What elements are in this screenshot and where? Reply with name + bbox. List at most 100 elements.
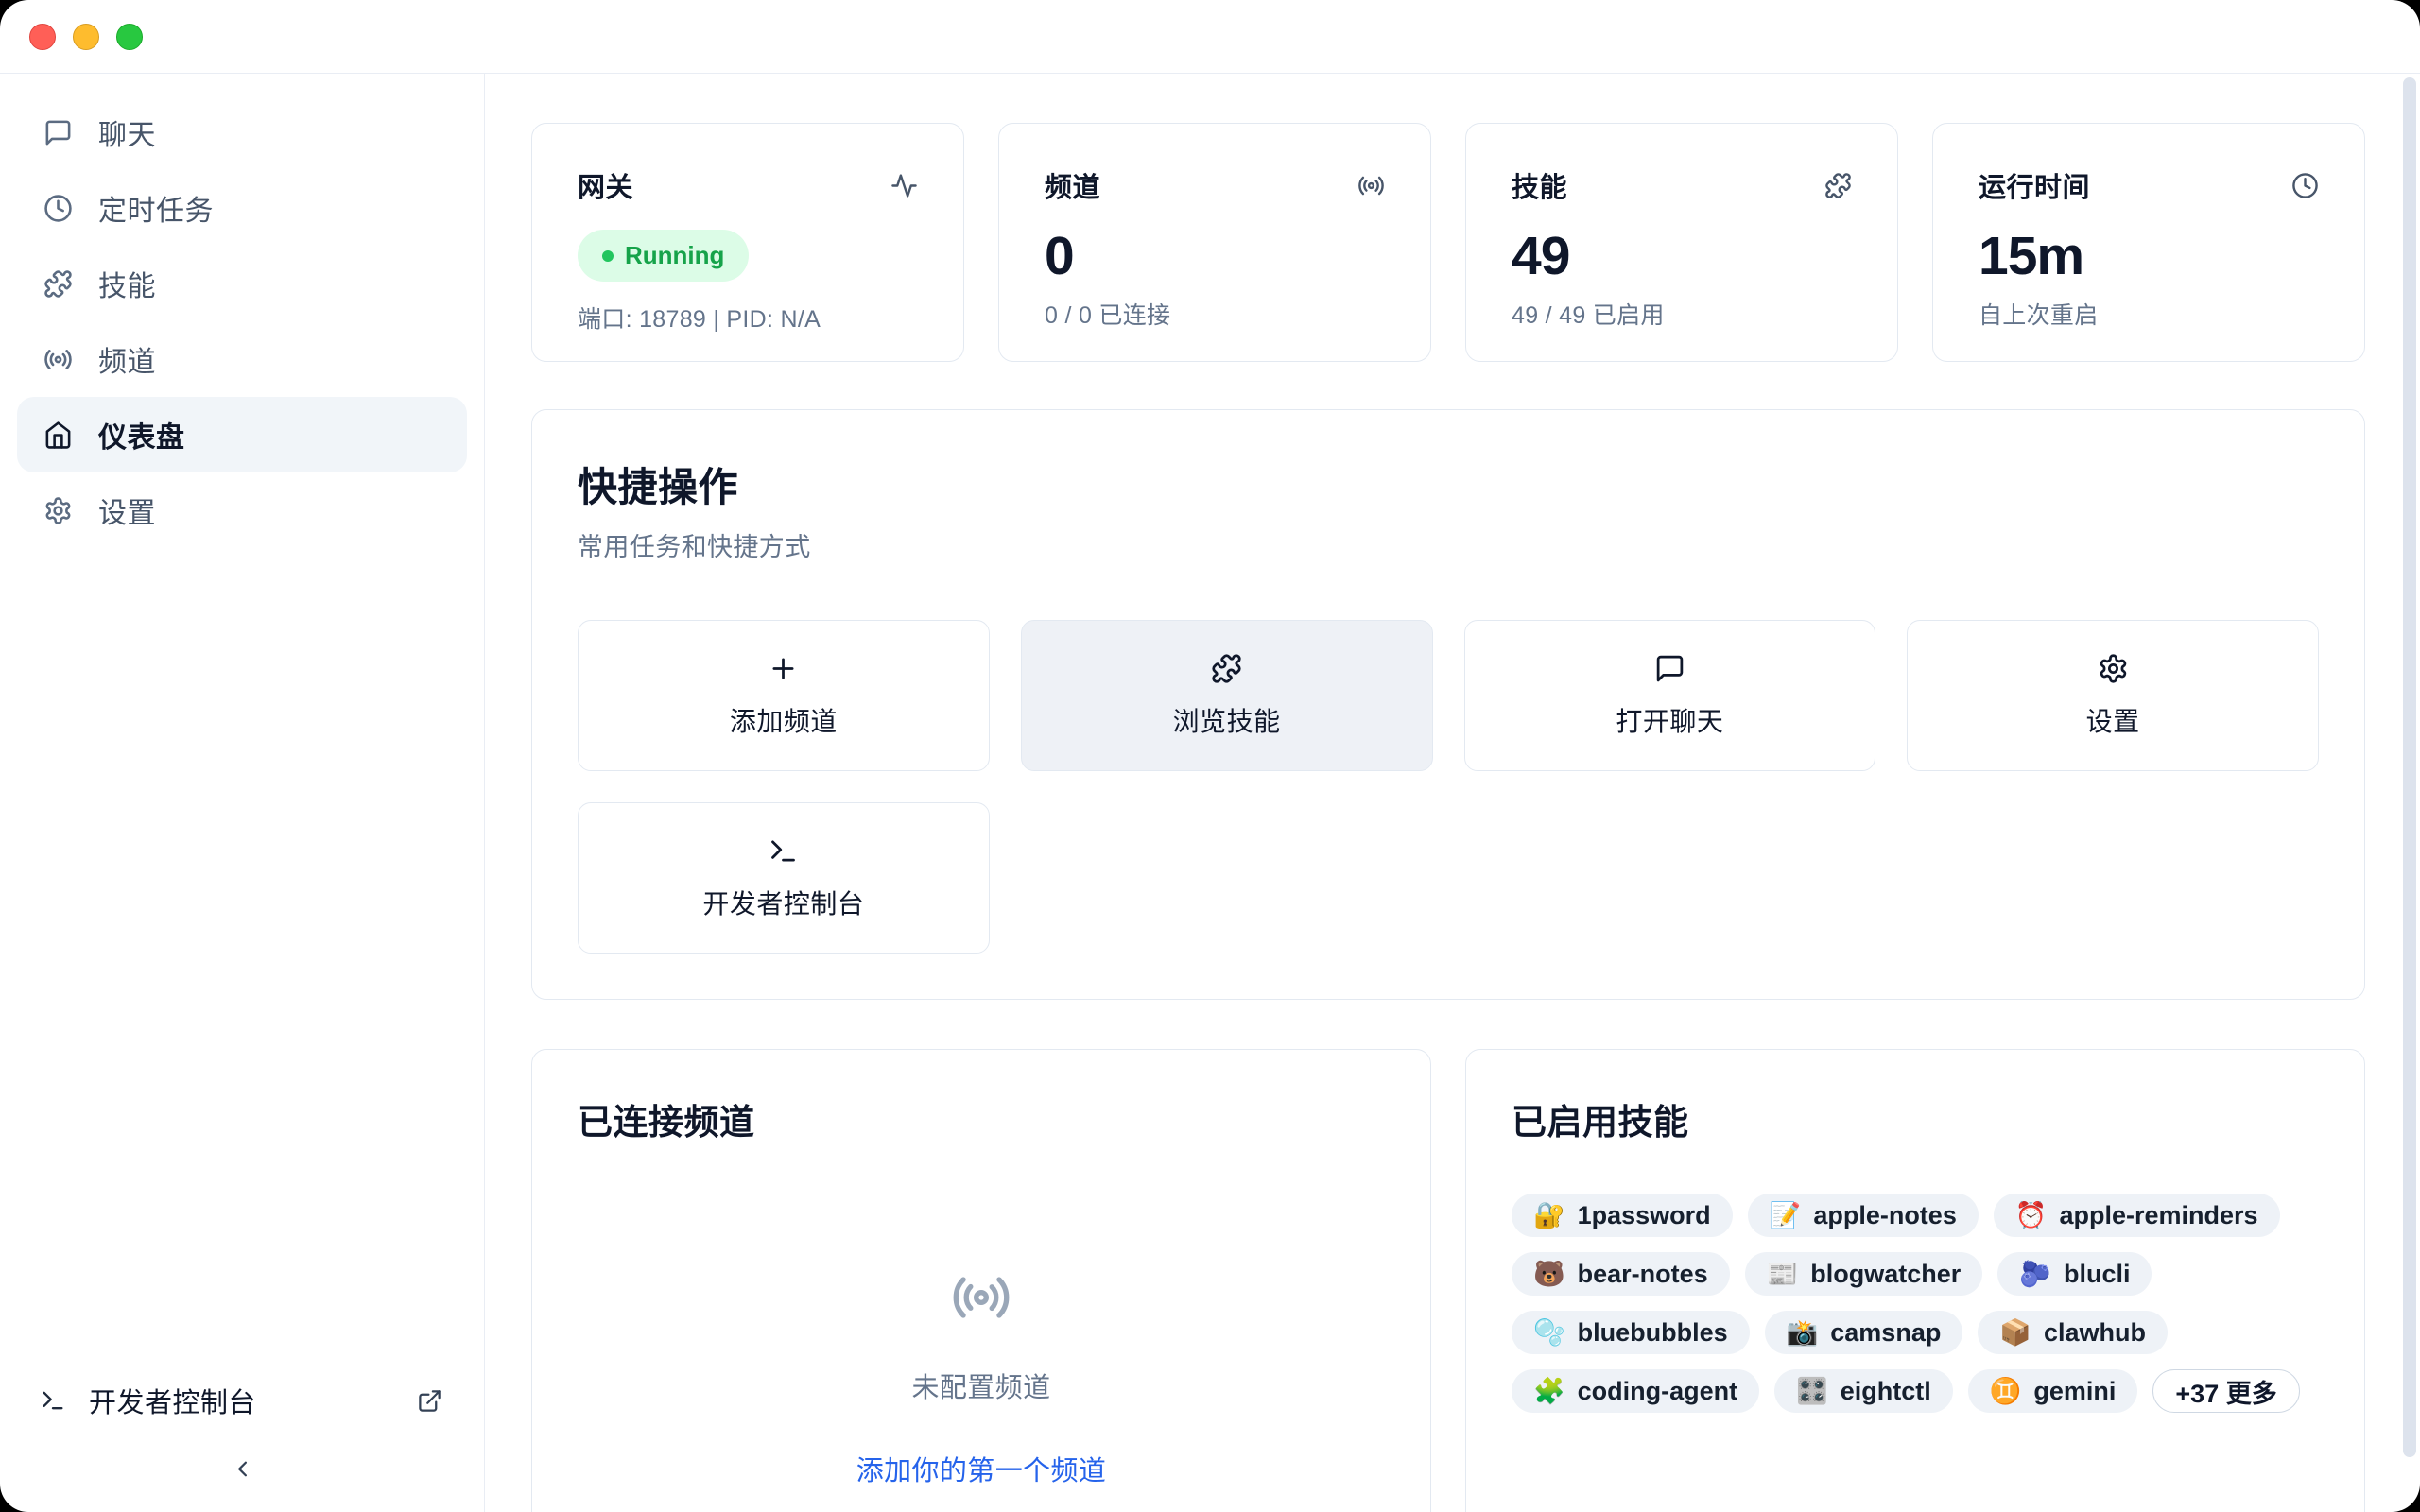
sidebar-item-label: 频道 (98, 338, 156, 380)
sidebar-footer: 开发者控制台 (0, 1371, 484, 1512)
quick-action-label: 开发者控制台 (702, 884, 864, 921)
traffic-lights (29, 24, 143, 50)
sidebar-item-label: 技能 (98, 263, 156, 304)
stat-detail: 0 / 0 已连接 (1045, 297, 1170, 331)
broadcast-icon (1357, 172, 1385, 199)
skill-tag: 🔐 1password (1512, 1194, 1733, 1237)
sidebar-item-channels[interactable]: 频道 (17, 321, 467, 397)
sidebar-item-label: 定时任务 (98, 187, 214, 229)
quick-actions-subtitle: 常用任务和快捷方式 (578, 526, 2319, 563)
scrollbar-thumb[interactable] (2403, 77, 2416, 1457)
skill-name: blucli (2064, 1260, 2131, 1289)
minimize-button[interactable] (73, 24, 99, 50)
sidebar-item-dashboard[interactable]: 仪表盘 (17, 397, 467, 472)
skill-tag: 📝 apple-notes (1748, 1194, 1979, 1237)
dev-console-footer[interactable]: 开发者控制台 (0, 1371, 484, 1430)
skill-name: 1password (1578, 1201, 1711, 1230)
skill-tag: 📰 blogwatcher (1745, 1252, 1983, 1296)
stat-card-channels: 频道 0 0 / 0 已连接 (998, 123, 1431, 362)
channels-empty-text: 未配置频道 (911, 1366, 1050, 1405)
stat-title: 频道 (1045, 165, 1100, 205)
close-button[interactable] (29, 24, 56, 50)
add-first-channel-link[interactable]: 添加你的第一个频道 (856, 1449, 1107, 1488)
broadcast-icon (951, 1267, 1011, 1328)
skill-emoji-icon: 🧩 (1533, 1376, 1565, 1406)
puzzle-icon (1211, 653, 1242, 684)
skill-name: bear-notes (1578, 1260, 1708, 1289)
external-link-icon[interactable] (417, 1388, 442, 1414)
sidebar: 聊天 定时任务 技能 频道 仪表盘 设置 开发者控制台 (0, 74, 485, 1512)
stat-detail: 49 / 49 已启用 (1512, 297, 1665, 331)
stat-title: 网关 (578, 165, 633, 205)
skill-emoji-icon: 📝 (1770, 1200, 1802, 1230)
enabled-skills-card: 已启用技能 🔐 1password 📝 apple-notes ⏰ apple-… (1465, 1049, 2365, 1512)
stat-title: 技能 (1512, 165, 1567, 205)
skill-tag: 🐻 bear-notes (1512, 1252, 1730, 1296)
skill-name: clawhub (2044, 1318, 2146, 1348)
skill-tag: 📦 clawhub (1978, 1311, 2168, 1354)
quick-action-label: 添加频道 (730, 701, 838, 739)
sidebar-nav: 聊天 定时任务 技能 频道 仪表盘 设置 (0, 94, 484, 548)
skill-emoji-icon: 🫧 (1533, 1317, 1565, 1348)
sidebar-item-cron[interactable]: 定时任务 (17, 170, 467, 246)
bottom-panels: 已连接频道 未配置频道 添加你的第一个频道 已启用技能 🔐 1password … (531, 1049, 2365, 1512)
quick-action-browse-skills[interactable]: 浏览技能 (1021, 620, 1433, 771)
stat-title: 运行时间 (1979, 165, 2090, 205)
quick-action-open-chat[interactable]: 打开聊天 (1464, 620, 1876, 771)
activity-icon (890, 172, 918, 199)
skill-tag: 🎛️ eightctl (1774, 1369, 1953, 1413)
skill-name: eightctl (1841, 1377, 1931, 1406)
quick-action-add-channel[interactable]: 添加频道 (578, 620, 990, 771)
quick-actions-title: 快捷操作 (578, 455, 2319, 513)
skill-tag: 🫐 blucli (1997, 1252, 2152, 1296)
skill-name: coding-agent (1578, 1377, 1738, 1406)
sidebar-item-settings[interactable]: 设置 (17, 472, 467, 548)
skill-emoji-icon: 📰 (1767, 1259, 1799, 1289)
sidebar-item-label: 仪表盘 (98, 414, 185, 455)
terminal-icon (40, 1387, 66, 1414)
skill-tag: 📸 camsnap (1765, 1311, 1963, 1354)
main-content: 网关 Running 端口: 18789 | PID: N/A 频道 0 0 /… (485, 74, 2420, 1512)
stat-value: 49 (1512, 230, 1569, 284)
quick-action-settings[interactable]: 设置 (1907, 620, 2319, 771)
sidebar-item-skills[interactable]: 技能 (17, 246, 467, 321)
zoom-button[interactable] (116, 24, 143, 50)
skill-emoji-icon: 🎛️ (1796, 1376, 1828, 1406)
titlebar (0, 0, 2420, 74)
chat-icon (1654, 653, 1685, 684)
sidebar-collapse-button[interactable] (0, 1456, 484, 1482)
skill-emoji-icon: 🔐 (1533, 1200, 1565, 1230)
quick-actions-grid: 添加频道 浏览技能 打开聊天 设置 开发者控制台 (578, 620, 2319, 954)
status-badge: Running (578, 230, 749, 282)
skill-emoji-icon: 🐻 (1533, 1259, 1565, 1289)
gear-icon (2098, 653, 2129, 684)
broadcast-icon (43, 345, 73, 374)
stats-row: 网关 Running 端口: 18789 | PID: N/A 频道 0 0 /… (531, 123, 2365, 362)
quick-action-label: 浏览技能 (1173, 701, 1281, 739)
chat-icon (43, 118, 73, 147)
connected-channels-card: 已连接频道 未配置频道 添加你的第一个频道 (531, 1049, 1431, 1512)
home-icon (43, 421, 73, 450)
skill-emoji-icon: 📦 (1999, 1317, 2031, 1348)
skills-more-button[interactable]: +37 更多 (2152, 1369, 2299, 1413)
quick-action-label: 设置 (2086, 701, 2140, 739)
stat-detail: 自上次重启 (1979, 297, 2099, 331)
stat-value: 15m (1979, 230, 2083, 284)
terminal-icon (768, 835, 799, 867)
status-dot (602, 250, 614, 262)
clock-icon (43, 194, 73, 223)
skill-emoji-icon: ⏰ (2015, 1200, 2048, 1230)
skill-emoji-icon: 🫐 (2019, 1259, 2051, 1289)
app-window: 聊天 定时任务 技能 频道 仪表盘 设置 开发者控制台 网关 (0, 0, 2420, 1512)
sidebar-item-label: 聊天 (98, 112, 156, 153)
sidebar-item-chat[interactable]: 聊天 (17, 94, 467, 170)
quick-action-label: 打开聊天 (1616, 701, 1723, 739)
skill-name: bluebubbles (1578, 1318, 1728, 1348)
quick-action-dev-console[interactable]: 开发者控制台 (578, 802, 990, 954)
skill-name: blogwatcher (1810, 1260, 1961, 1289)
skill-tag: 🫧 bluebubbles (1512, 1311, 1750, 1354)
skill-name: apple-notes (1813, 1201, 1957, 1230)
skills-tag-list: 🔐 1password 📝 apple-notes ⏰ apple-remind… (1512, 1194, 2319, 1413)
skill-name: camsnap (1830, 1318, 1941, 1348)
skill-emoji-icon: 📸 (1787, 1317, 1819, 1348)
